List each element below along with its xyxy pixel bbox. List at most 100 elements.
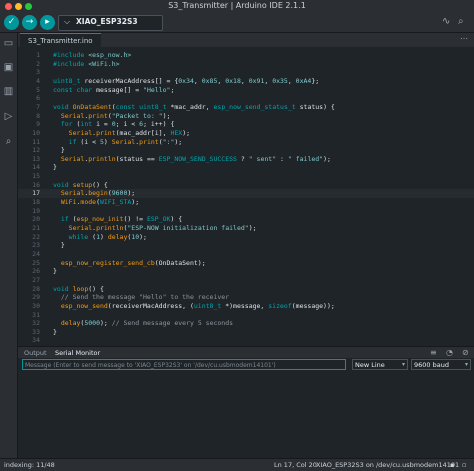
line-number: 30 [32,301,40,310]
code-text: // Send the message "Hello" to the recei… [60,293,230,302]
library-icon[interactable]: ▥ [2,85,15,98]
chevron-down-icon: ▾ [464,361,468,368]
line-number: 31 [32,310,40,319]
code-text: delay(5000); // Send message every 5 sec… [60,319,234,328]
toolbar: ✓ → ▸ ⌵ XIAO_ESP32S3 ∿ ⌕ [0,13,474,33]
serial-monitor-output [18,372,474,458]
board-port-status: XIAO_ESP32S3 on /dev/cu.usbmodem14101 [316,461,460,469]
folder-icon[interactable]: ▭ [2,37,15,50]
code-text: esp_now_send(receiverMacAddress, (uint8_… [60,301,335,310]
baud-rate-value: 9600 baud [414,361,449,369]
line-number: 32 [32,319,40,328]
code-text: } [53,267,57,276]
code-text: } [53,327,57,336]
code-line[interactable]: 1 #include <esp_now.h> [18,51,474,60]
line-number: 22 [32,232,40,241]
code-text: if (i < 5) Serial.print(":"); [68,137,183,146]
line-number: 1 [36,51,40,59]
code-line[interactable]: 13 Serial.println(status == ESP_NOW_SEND… [18,155,474,164]
code-line[interactable]: 14} [18,163,474,172]
code-line[interactable]: 19 [18,207,474,216]
code-line[interactable]: 9 for (int i = 0; i < 6; i++) { [18,120,474,129]
code-text: Serial.begin(9600); [60,189,136,198]
code-line[interactable]: 28 void loop() { [18,285,474,294]
line-number: 8 [36,111,40,120]
code-editor[interactable]: 1 #include <esp_now.h> 2 #include <WiFi.h> 3… [18,47,474,345]
line-number: 5 [36,85,40,94]
sidebar: ▭ ▣ ▥ ▷ ⌕ [0,33,18,458]
code-line[interactable]: 11 if (i < 5) Serial.print(":"); [18,138,474,147]
code-line[interactable]: 5 const char message[] = "Hello"; [18,86,474,95]
line-number: 9 [36,120,40,129]
indexing-status: indexing: 11/48 [4,461,55,469]
more-icon[interactable]: ⋯ [460,34,468,43]
code-text: esp_now_register_send_cb(OnDataSent); [60,258,206,267]
code-text: void loop() { [53,284,104,293]
boards-manager-icon[interactable]: ▣ [2,61,15,74]
line-number: 6 [36,94,40,103]
code-line[interactable]: 32 delay(5000); // Send message every 5 … [18,319,474,328]
debug-sidebar-icon[interactable]: ▷ [2,110,15,123]
code-line[interactable]: 26} [18,267,474,276]
line-number: 12 [32,146,40,155]
line-ending-select[interactable]: New Line ▾ [352,359,408,370]
code-line[interactable]: 24 [18,250,474,259]
code-text: Serial.print("Packet to: "); [60,111,171,120]
debug-button[interactable]: ▸ [40,15,55,30]
code-line[interactable]: 4 uint8_t receiverMacAddress[] = {0x34, 0… [18,77,474,86]
code-line[interactable]: 16 void setup() { [18,181,474,190]
search-icon[interactable]: ⌕ [2,135,15,148]
code-line[interactable]: 6 [18,94,474,103]
code-line[interactable]: 33} [18,328,474,337]
status-bar: indexing: 11/48 Ln 17, Col 20 XIAO_ESP32… [0,458,474,471]
line-number: 14 [32,163,40,172]
code-line[interactable]: 18 WiFi.mode(WIFI_STA); [18,198,474,207]
editor-tab-bar: S3_Transmitter.ino ⋯ [18,33,474,48]
code-text: const char message[] = "Hello"; [53,85,175,94]
code-line[interactable]: 17 Serial.begin(9600); [18,189,474,199]
line-number: 33 [32,327,40,336]
line-number: 16 [32,180,40,189]
serial-message-input[interactable]: Message (Enter to send message to 'XIAO_… [22,359,346,370]
code-line[interactable]: 21 Serial.println("ESP-NOW initializatio… [18,224,474,233]
code-line[interactable]: 8 Serial.print("Packet to: "); [18,112,474,121]
code-line[interactable]: 25 esp_now_register_send_cb(OnDataSent); [18,259,474,268]
code-line[interactable]: 30 esp_now_send(receiverMacAddress, (uin… [18,302,474,311]
plotter-icon[interactable]: ∿ [442,16,450,27]
code-line[interactable]: 34 [18,336,474,345]
debug-icon: ▸ [45,17,50,27]
line-number: 29 [32,293,40,302]
code-line[interactable]: 20 if (esp_now_init() != ESP_OK) { [18,215,474,224]
code-line[interactable]: 23 } [18,241,474,250]
code-line[interactable]: 3 [18,68,474,77]
code-line[interactable]: 22 while (1) delay(10); [18,233,474,242]
code-line[interactable]: 2 #include <WiFi.h> [18,60,474,69]
code-line[interactable]: 31 [18,311,474,320]
line-number: 21 [32,224,40,232]
line-number: 15 [32,172,40,181]
notifications-icon[interactable]: ▪ [450,459,454,471]
line-number: 2 [36,59,40,68]
code-line[interactable]: 15 [18,172,474,181]
line-number: 10 [32,128,40,137]
line-number: 34 [32,336,40,345]
upload-button[interactable]: → [22,15,37,30]
baud-rate-select[interactable]: 9600 baud ▾ [411,359,471,370]
code-text: Serial.print(mac_addr[i], HEX); [68,128,191,137]
code-text: uint8_t receiverMacAddress[] = {0x34, 0x… [53,76,320,85]
code-line[interactable]: 27 [18,276,474,285]
serial-monitor-icon[interactable]: ⌕ [458,16,464,27]
board-name: XIAO_ESP32S3 [76,17,138,26]
panel-toggle-icon[interactable]: ▫ [462,459,466,471]
code-text: Serial.println(status == ESP_NOW_SEND_SU… [60,154,331,163]
tab-s3-transmitter[interactable]: S3_Transmitter.ino [20,33,101,48]
code-line[interactable]: 7 void OnDataSent(const uint8_t *mac_addr… [18,103,474,112]
line-number: 27 [32,275,40,284]
line-number: 19 [32,206,40,215]
verify-button[interactable]: ✓ [4,15,19,30]
board-selector[interactable]: ⌵ XIAO_ESP32S3 [58,15,163,31]
line-number: 25 [32,258,40,267]
code-line[interactable]: 29 // Send the message "Hello" to the re… [18,293,474,302]
code-line[interactable]: 10 Serial.print(mac_addr[i], HEX); [18,129,474,138]
code-line[interactable]: 12 } [18,146,474,155]
